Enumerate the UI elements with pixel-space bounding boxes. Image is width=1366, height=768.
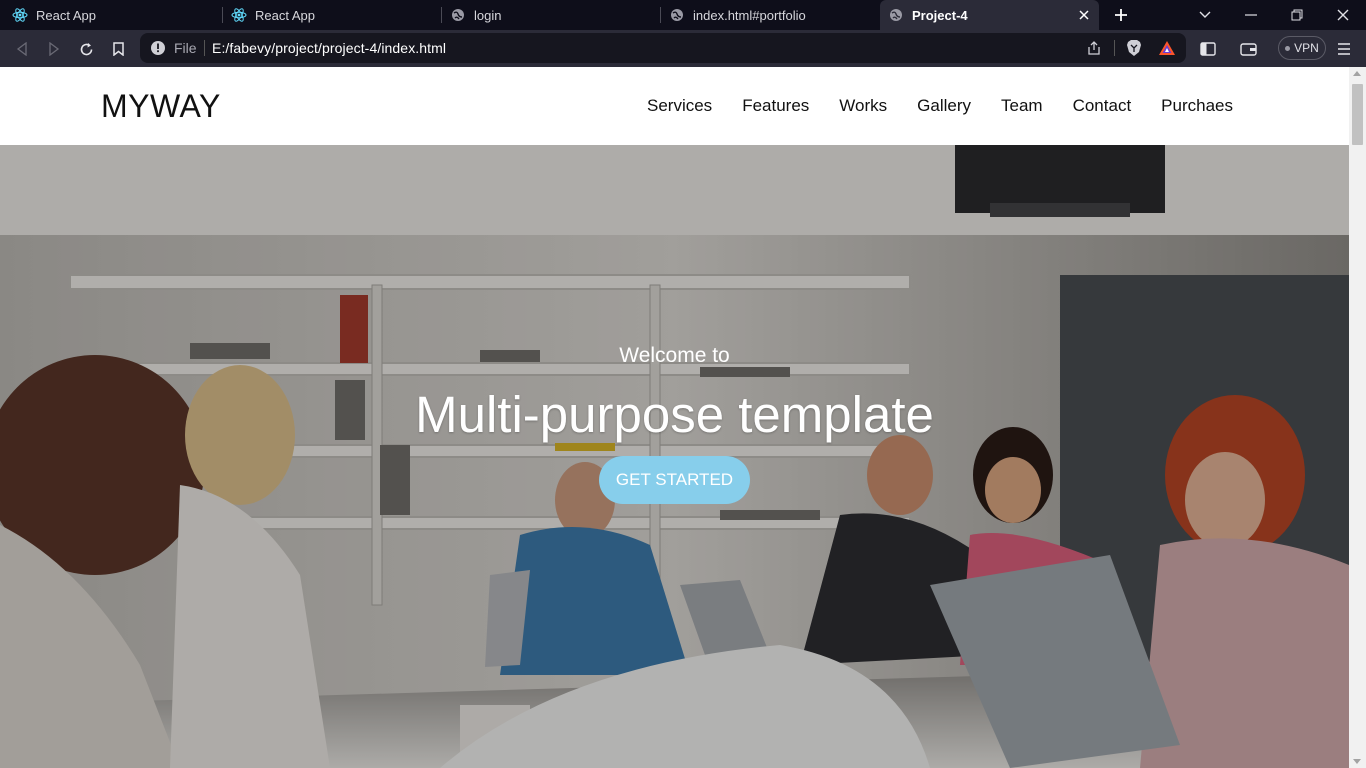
nav-link-services[interactable]: Services bbox=[647, 96, 712, 116]
nav-link-works[interactable]: Works bbox=[839, 96, 887, 116]
toolbar-divider bbox=[1114, 40, 1115, 56]
reload-icon[interactable] bbox=[75, 38, 97, 60]
menu-icon[interactable] bbox=[1333, 38, 1355, 60]
tab-search-chevron-icon[interactable] bbox=[1194, 5, 1216, 25]
sidebar-icon[interactable] bbox=[1197, 38, 1219, 60]
scroll-down-arrow-icon[interactable] bbox=[1353, 759, 1361, 764]
nav-link-team[interactable]: Team bbox=[1001, 96, 1043, 116]
tab-divider bbox=[660, 7, 661, 23]
tab-portfolio[interactable]: index.html#portfolio bbox=[669, 0, 879, 30]
vpn-label: VPN bbox=[1294, 41, 1319, 55]
hero-section: Welcome to Multi-purpose template GET ST… bbox=[0, 145, 1349, 768]
get-started-button[interactable]: GET STARTED bbox=[599, 456, 750, 504]
tab-strip: React App React App login index.html#por… bbox=[0, 0, 1366, 30]
tab-project-4[interactable]: Project-4 bbox=[880, 0, 1099, 30]
vpn-button[interactable]: VPN bbox=[1278, 36, 1326, 60]
tab-react-app-2[interactable]: React App bbox=[231, 0, 441, 30]
scroll-up-arrow-icon[interactable] bbox=[1353, 71, 1361, 76]
close-tab-icon[interactable] bbox=[1075, 6, 1093, 24]
close-window-icon[interactable] bbox=[1332, 5, 1354, 25]
nav-link-features[interactable]: Features bbox=[742, 96, 809, 116]
tab-login[interactable]: login bbox=[450, 0, 660, 30]
globe-icon bbox=[888, 7, 904, 23]
tab-divider bbox=[222, 7, 223, 23]
new-tab-icon[interactable] bbox=[1110, 5, 1132, 25]
tab-title: login bbox=[474, 7, 502, 23]
bookmark-icon[interactable] bbox=[107, 38, 129, 60]
back-icon[interactable] bbox=[11, 38, 33, 60]
tab-title: React App bbox=[255, 7, 315, 23]
minimize-icon[interactable] bbox=[1240, 5, 1262, 25]
globe-icon bbox=[669, 7, 685, 23]
brave-rewards-icon[interactable] bbox=[1157, 38, 1177, 58]
globe-icon bbox=[450, 7, 466, 23]
vpn-status-dot bbox=[1285, 45, 1291, 51]
tab-title: index.html#portfolio bbox=[693, 7, 806, 23]
hero-headline: Multi-purpose template bbox=[415, 386, 934, 443]
react-icon bbox=[12, 7, 28, 23]
site-navbar: MYWAY Services Features Works Gallery Te… bbox=[0, 67, 1349, 145]
brave-shields-icon[interactable] bbox=[1124, 38, 1144, 58]
file-scheme-label: File bbox=[174, 40, 197, 56]
tab-react-app-1[interactable]: React App bbox=[12, 0, 222, 30]
site-info-icon[interactable] bbox=[150, 40, 166, 56]
forward-icon[interactable] bbox=[43, 38, 65, 60]
react-icon bbox=[231, 7, 247, 23]
address-bar[interactable]: File E:/fabevy/project/project-4/index.h… bbox=[140, 33, 1186, 63]
share-icon[interactable] bbox=[1084, 38, 1104, 58]
browser-toolbar: File E:/fabevy/project/project-4/index.h… bbox=[0, 30, 1366, 67]
nav-link-contact[interactable]: Contact bbox=[1073, 96, 1132, 116]
tab-title: React App bbox=[36, 7, 96, 23]
tab-title: Project-4 bbox=[912, 7, 968, 23]
page-viewport: MYWAY Services Features Works Gallery Te… bbox=[0, 67, 1349, 768]
address-divider bbox=[204, 40, 205, 56]
tab-divider bbox=[441, 7, 442, 23]
scroll-thumb[interactable] bbox=[1352, 84, 1363, 145]
wallet-icon[interactable] bbox=[1237, 38, 1259, 60]
url-text[interactable]: E:/fabevy/project/project-4/index.html bbox=[212, 40, 446, 56]
nav-link-purchase[interactable]: Purchaes bbox=[1161, 96, 1233, 116]
hero-welcome-text: Welcome to bbox=[619, 344, 730, 367]
site-logo[interactable]: MYWAY bbox=[101, 88, 221, 125]
site-nav: Services Features Works Gallery Team Con… bbox=[647, 96, 1233, 116]
page-scrollbar[interactable] bbox=[1349, 67, 1366, 768]
restore-icon[interactable] bbox=[1286, 5, 1308, 25]
nav-link-gallery[interactable]: Gallery bbox=[917, 96, 971, 116]
